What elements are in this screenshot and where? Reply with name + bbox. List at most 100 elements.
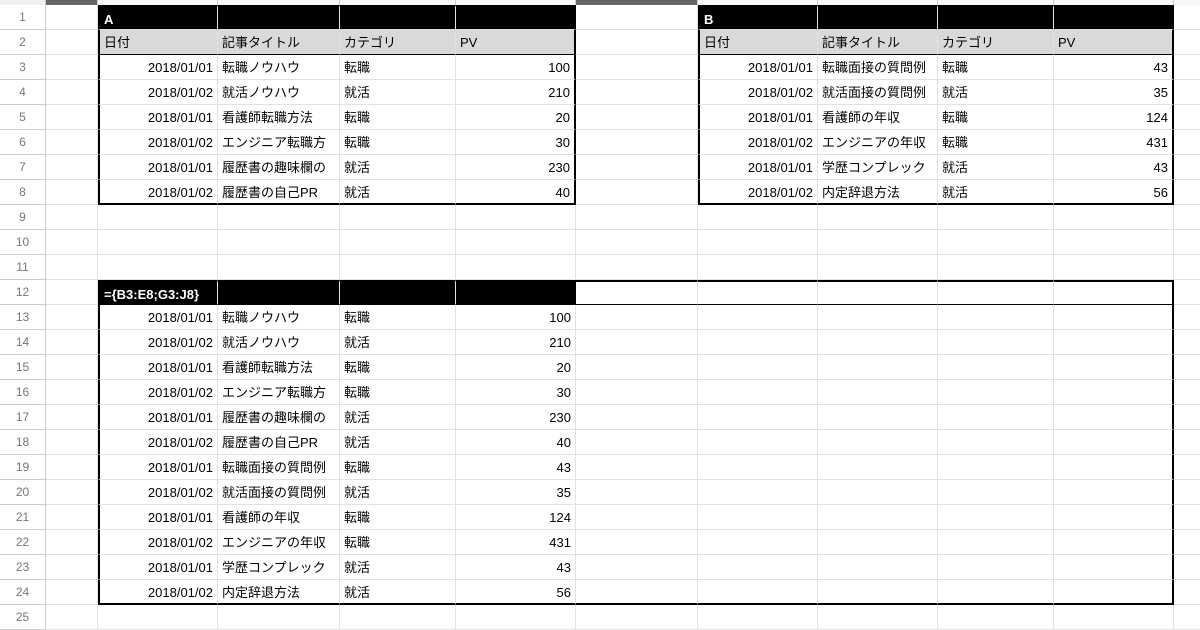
cell[interactable]	[218, 230, 340, 255]
cell[interactable]	[576, 430, 698, 455]
cell[interactable]: 2018/01/02	[698, 180, 818, 205]
cell[interactable]	[698, 480, 818, 505]
cell[interactable]	[46, 80, 98, 105]
cell[interactable]	[1174, 80, 1200, 105]
cell[interactable]	[1174, 305, 1200, 330]
cell[interactable]	[818, 605, 938, 630]
cell[interactable]	[1054, 605, 1174, 630]
cell[interactable]	[218, 255, 340, 280]
cell[interactable]	[938, 455, 1054, 480]
cell[interactable]	[818, 205, 938, 230]
cell[interactable]: 30	[456, 380, 576, 405]
cell[interactable]: 内定辞退方法	[818, 180, 938, 205]
cell[interactable]: 100	[456, 305, 576, 330]
cell[interactable]: 就活	[340, 480, 456, 505]
cell[interactable]	[46, 105, 98, 130]
cell[interactable]: 就活面接の質問例	[818, 80, 938, 105]
cell[interactable]: 転職	[340, 55, 456, 80]
cell[interactable]: 2018/01/01	[98, 155, 218, 180]
cell[interactable]	[938, 330, 1054, 355]
col-date[interactable]: 日付	[698, 30, 818, 55]
grid-row[interactable]: 242018/01/02内定辞退方法就活56	[0, 580, 1200, 605]
grid-row[interactable]: 202018/01/02就活面接の質問例就活35	[0, 480, 1200, 505]
cell[interactable]	[818, 280, 938, 305]
cell[interactable]	[1054, 380, 1174, 405]
cell[interactable]	[938, 230, 1054, 255]
grid-row[interactable]: 132018/01/01転職ノウハウ転職100	[0, 305, 1200, 330]
cell[interactable]	[1174, 605, 1200, 630]
cell[interactable]: 2018/01/02	[98, 130, 218, 155]
cell[interactable]: 転職	[938, 55, 1054, 80]
cell[interactable]	[818, 580, 938, 605]
cell[interactable]	[1174, 205, 1200, 230]
cell[interactable]: 転職	[938, 130, 1054, 155]
row-header[interactable]: 9	[0, 205, 46, 230]
cell[interactable]	[98, 255, 218, 280]
cell[interactable]	[576, 205, 698, 230]
cell[interactable]: 就活ノウハウ	[218, 330, 340, 355]
cell[interactable]	[818, 505, 938, 530]
cell[interactable]	[576, 455, 698, 480]
cell[interactable]	[938, 505, 1054, 530]
grid-row[interactable]: 4 2018/01/02 就活ノウハウ 就活 210 2018/01/02 就活…	[0, 80, 1200, 105]
cell[interactable]: 2018/01/02	[98, 480, 218, 505]
cell[interactable]	[46, 355, 98, 380]
cell[interactable]	[1174, 180, 1200, 205]
cell[interactable]	[46, 330, 98, 355]
cell[interactable]	[1054, 405, 1174, 430]
cell[interactable]	[46, 230, 98, 255]
grid-row[interactable]: 152018/01/01看護師転職方法転職20	[0, 355, 1200, 380]
cell[interactable]	[340, 5, 456, 30]
row-header[interactable]: 18	[0, 430, 46, 455]
cell[interactable]: 2018/01/01	[98, 555, 218, 580]
cell[interactable]: 43	[1054, 155, 1174, 180]
cell[interactable]	[938, 255, 1054, 280]
cell[interactable]: 230	[456, 155, 576, 180]
cell[interactable]: 40	[456, 430, 576, 455]
cell[interactable]	[46, 580, 98, 605]
cell[interactable]	[1174, 580, 1200, 605]
cell[interactable]	[1174, 230, 1200, 255]
cell[interactable]: 履歴書の趣味欄の	[218, 155, 340, 180]
cell[interactable]: 2018/01/02	[98, 580, 218, 605]
spreadsheet-grid[interactable]: 1 A B 2 日付 記事タイトル カテゴリ PV 日付 記事タイトル カテゴリ…	[0, 5, 1200, 630]
row-header[interactable]: 14	[0, 330, 46, 355]
cell[interactable]	[1174, 430, 1200, 455]
cell[interactable]	[818, 380, 938, 405]
cell[interactable]: 210	[456, 80, 576, 105]
cell[interactable]: 2018/01/01	[98, 505, 218, 530]
cell[interactable]: 43	[456, 555, 576, 580]
cell[interactable]	[576, 180, 698, 205]
cell[interactable]: 転職面接の質問例	[218, 455, 340, 480]
cell[interactable]: 35	[1054, 80, 1174, 105]
cell[interactable]	[1054, 5, 1174, 30]
cell[interactable]	[576, 405, 698, 430]
cell[interactable]: 学歴コンプレック	[218, 555, 340, 580]
row-header[interactable]: 12	[0, 280, 46, 305]
grid-row[interactable]: 232018/01/01学歴コンプレック就活43	[0, 555, 1200, 580]
grid-row[interactable]: 1 A B	[0, 5, 1200, 30]
cell[interactable]	[698, 405, 818, 430]
cell[interactable]	[1054, 205, 1174, 230]
cell[interactable]: 230	[456, 405, 576, 430]
cell[interactable]: 転職	[340, 455, 456, 480]
cell[interactable]	[46, 30, 98, 55]
grid-row[interactable]: 10	[0, 230, 1200, 255]
cell[interactable]	[340, 605, 456, 630]
cell[interactable]	[576, 330, 698, 355]
cell[interactable]	[98, 205, 218, 230]
cell[interactable]	[1054, 555, 1174, 580]
cell[interactable]	[340, 255, 456, 280]
cell[interactable]: 就活	[340, 180, 456, 205]
cell[interactable]	[46, 205, 98, 230]
cell[interactable]: 124	[1054, 105, 1174, 130]
cell[interactable]: 2018/01/01	[98, 55, 218, 80]
cell[interactable]	[698, 430, 818, 455]
grid-row[interactable]: 5 2018/01/01 看護師転職方法 転職 20 2018/01/01 看護…	[0, 105, 1200, 130]
cell[interactable]	[938, 530, 1054, 555]
cell[interactable]	[1174, 330, 1200, 355]
cell[interactable]	[698, 355, 818, 380]
row-header[interactable]: 23	[0, 555, 46, 580]
cell[interactable]: 56	[1054, 180, 1174, 205]
cell[interactable]	[456, 230, 576, 255]
